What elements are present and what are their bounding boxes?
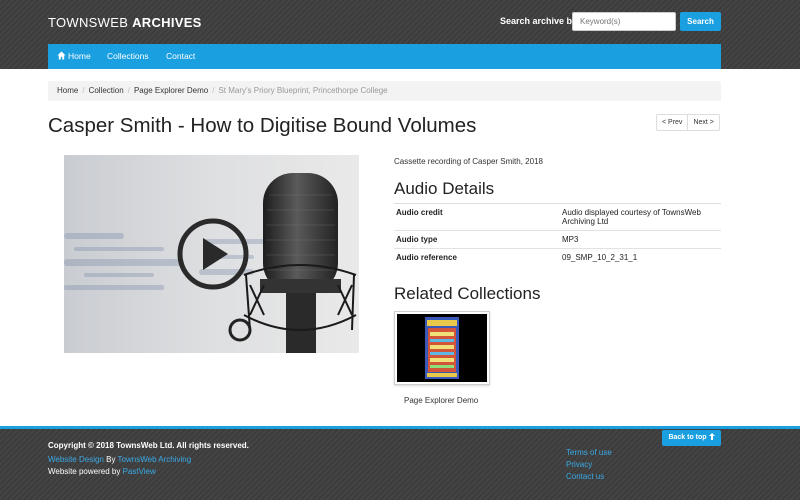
footer-powered-by: Website powered by PastView — [48, 467, 156, 476]
arrow-up-icon — [708, 433, 715, 440]
related-collection-label[interactable]: Page Explorer Demo — [404, 396, 478, 405]
townsweb-archiving-link[interactable]: TownsWeb Archiving — [118, 455, 192, 464]
detail-value: Audio displayed courtesy of TownsWeb Arc… — [560, 203, 721, 231]
related-collection-thumbnail[interactable] — [394, 311, 490, 385]
privacy-link[interactable]: Privacy — [566, 459, 612, 471]
search-button[interactable]: Search — [680, 12, 721, 31]
nav-collections[interactable]: Collections — [107, 44, 149, 69]
footer-copyright: Copyright © 2018 TownsWeb Ltd. All right… — [48, 441, 249, 450]
detail-key: Audio type — [394, 230, 560, 249]
audio-details-table: Audio credit Audio displayed courtesy of… — [394, 203, 721, 266]
footer-links: Terms of use Privacy Contact us — [566, 447, 612, 483]
search-input[interactable] — [572, 12, 676, 31]
pager: < Prev Next > — [656, 114, 720, 131]
table-row: Audio credit Audio displayed courtesy of… — [394, 203, 721, 231]
prev-button[interactable]: < Prev — [656, 114, 689, 131]
table-row: Audio reference 09_SMP_10_2_31_1 — [394, 248, 721, 266]
next-button[interactable]: Next > — [688, 114, 720, 131]
site-logo[interactable]: TOWNSWEB ARCHIVES — [48, 15, 202, 30]
breadcrumb-current: St Mary's Priory Blueprint, Princethorpe… — [218, 86, 388, 95]
home-icon — [57, 51, 66, 60]
audio-player-image[interactable] — [64, 155, 359, 353]
pastview-link[interactable]: PastView — [123, 467, 156, 476]
table-row: Audio type MP3 — [394, 230, 721, 249]
nav-home[interactable]: Home — [57, 44, 91, 69]
detail-value: MP3 — [560, 230, 721, 249]
breadcrumb: Home / Collection / Page Explorer Demo / St Ma… — [48, 81, 721, 101]
audio-details-heading: Audio Details — [394, 179, 495, 198]
main-nav: Home Collections Contact — [48, 44, 721, 69]
back-to-top-button[interactable]: Back to top — [662, 430, 721, 446]
search-label: Search archive by — [500, 16, 578, 26]
website-design-link[interactable]: Website Design — [48, 455, 104, 464]
breadcrumb-page-explorer[interactable]: Page Explorer Demo — [134, 86, 208, 95]
detail-value: 09_SMP_10_2_31_1 — [560, 248, 721, 266]
detail-key: Audio credit — [394, 203, 560, 231]
media-caption: Cassette recording of Casper Smith, 2018 — [394, 157, 543, 166]
page-title: Casper Smith - How to Digitise Bound Vol… — [48, 114, 477, 137]
terms-link[interactable]: Terms of use — [566, 447, 612, 459]
contact-link[interactable]: Contact us — [566, 471, 612, 483]
breadcrumb-home[interactable]: Home — [57, 86, 78, 95]
footer-design-credit: Website Design By TownsWeb Archiving — [48, 455, 192, 464]
breadcrumb-collection[interactable]: Collection — [89, 86, 124, 95]
detail-key: Audio reference — [394, 248, 560, 266]
nav-contact[interactable]: Contact — [166, 44, 195, 69]
related-collections-heading: Related Collections — [394, 284, 541, 303]
